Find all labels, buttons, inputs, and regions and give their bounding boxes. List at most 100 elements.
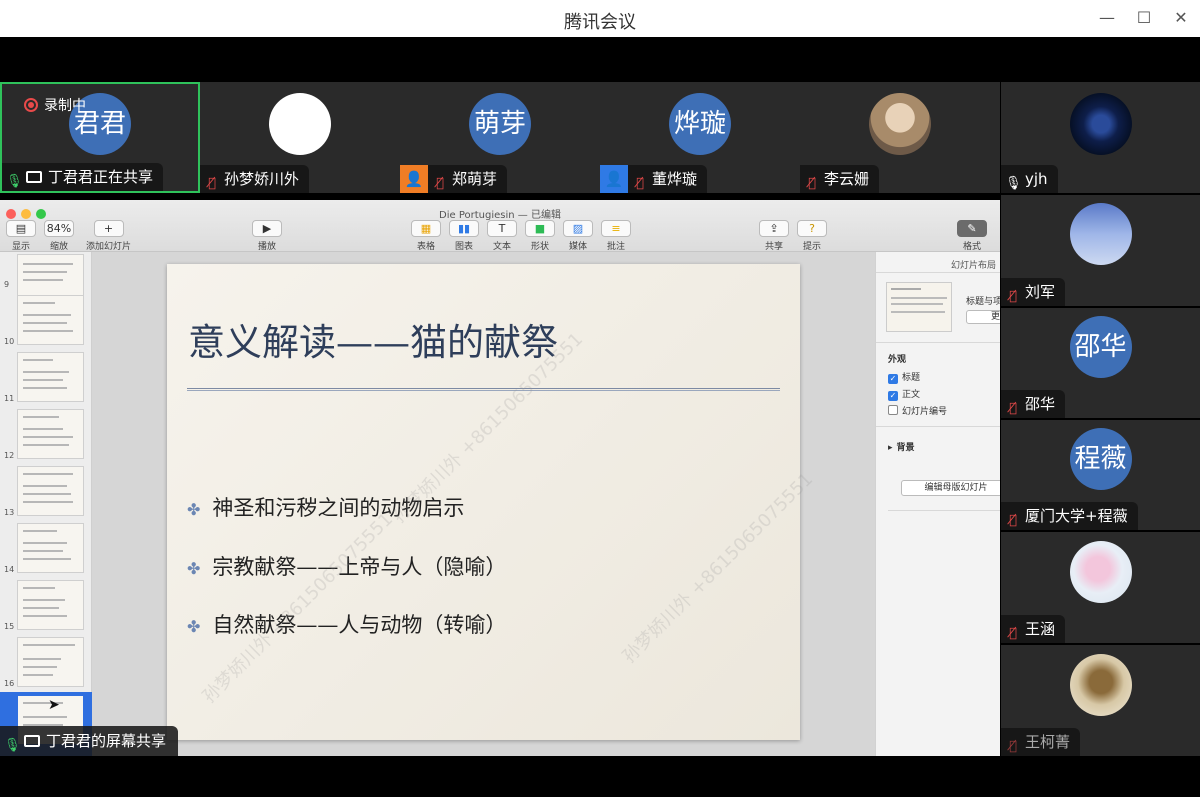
mic-muted-icon: 🎙̸ <box>1009 513 1017 528</box>
checkbox-checked-icon: ✓ <box>888 391 898 401</box>
participant-name-label: 👤 🎙̸ 郑萌芽 <box>400 165 508 193</box>
screen-share-icon <box>24 735 40 747</box>
body-checkbox[interactable]: ✓ 正文 <box>888 387 920 401</box>
add-slide-button[interactable]: + 添加幻灯片 <box>86 220 131 252</box>
participant-name: 邵华 <box>1025 395 1056 413</box>
mic-muted-icon: 🎙̸ <box>1009 626 1017 641</box>
zoom-button[interactable]: 84% 缩放 <box>44 220 74 252</box>
participant-name-label: 🎙 丁君君正在共享 <box>2 163 164 191</box>
participant-name-label: 🎙̸ 厦门大学+程薇 <box>1001 502 1138 530</box>
media-icon: ▨ <box>563 220 593 237</box>
participant-name-label: 🎙̸ 王涵 <box>1001 615 1066 643</box>
participant-name: 丁君君正在共享 <box>48 168 154 186</box>
comment-button[interactable]: ≡ 批注 <box>601 220 631 252</box>
recording-label: 录制中 <box>44 98 86 114</box>
bullet-icon: ✤ <box>187 559 201 578</box>
avatar: 萌芽 <box>469 93 531 155</box>
participant-tile-side-5[interactable]: 🎙̸ 王柯菁 <box>1001 645 1200 756</box>
slide-thumbnail[interactable] <box>17 466 84 516</box>
mic-on-icon: 🎙 <box>4 738 21 753</box>
avatar: 烨璇 <box>669 93 731 155</box>
mouse-cursor-icon: ➤ <box>48 697 60 713</box>
participant-name: yjh <box>1025 170 1048 188</box>
window-title: 腾讯会议 <box>564 12 636 33</box>
slide-number-checkbox[interactable]: 幻灯片编号 <box>888 404 947 417</box>
mic-muted-icon: 🎙̸ <box>1009 401 1017 416</box>
participant-tile-4[interactable]: 🎙̸ 李云姗 <box>800 82 1000 193</box>
checkbox-icon <box>888 405 898 415</box>
slide-thumbnail[interactable] <box>17 295 84 345</box>
table-button[interactable]: ▦ 表格 <box>411 220 441 252</box>
document-title: Die Portugiesin — 已编辑 <box>439 210 561 221</box>
slide-number: 10 <box>4 337 15 346</box>
participant-name-label: 🎙̸ 孙梦娇川外 <box>200 165 310 193</box>
top-spacer <box>0 37 1200 82</box>
participant-name-label: 🎙 yjh <box>1001 165 1058 193</box>
background-section[interactable]: ▸ 背景 <box>888 440 915 453</box>
chart-icon: ▮▮ <box>449 220 479 237</box>
play-icon: ▶ <box>252 220 282 237</box>
participant-tile-side-0[interactable]: 🎙 yjh <box>1001 82 1200 193</box>
minimize-button[interactable]: — <box>1094 6 1120 30</box>
slide-thumbnail[interactable] <box>17 352 84 402</box>
slide-thumbnail[interactable] <box>17 637 84 687</box>
edit-master-button[interactable]: 编辑母版幻灯片 <box>901 480 1000 496</box>
avatar: 程薇 <box>1069 428 1132 490</box>
avatar <box>1069 203 1132 265</box>
text-button[interactable]: T 文本 <box>487 220 517 252</box>
window-titlebar: 腾讯会议 — ☐ ✕ <box>0 0 1200 37</box>
avatar <box>1069 654 1132 716</box>
watermark: 孙梦娇川外 +8615065075551 <box>618 468 818 668</box>
play-button[interactable]: ▶ 播放 <box>252 220 282 252</box>
format-button[interactable]: ✎ 格式 <box>957 220 987 252</box>
text-icon: T <box>487 220 517 237</box>
title-checkbox[interactable]: ✓ 标题 <box>888 370 920 384</box>
shape-button[interactable]: ■ 形状 <box>525 220 555 252</box>
view-button[interactable]: ▤ 显示 <box>6 220 36 252</box>
avatar <box>269 93 331 155</box>
slide-number: 13 <box>4 508 15 517</box>
slide-bullet: ✤ 自然献祭——人与动物（转喻） <box>187 613 507 637</box>
table-icon: ▦ <box>411 220 441 237</box>
checkbox-checked-icon: ✓ <box>888 374 898 384</box>
avatar: 邵华 <box>1069 316 1132 378</box>
participant-name: 厦门大学+程薇 <box>1025 507 1128 525</box>
comment-icon: ≡ <box>601 220 631 237</box>
participant-tile-side-3[interactable]: 程薇 🎙̸ 厦门大学+程薇 <box>1001 420 1200 530</box>
participant-tile-side-1[interactable]: 🎙̸ 刘军 <box>1001 195 1200 306</box>
participant-tile-1[interactable]: 🎙̸ 孙梦娇川外 <box>200 82 400 193</box>
slide-thumbnail[interactable] <box>17 580 84 630</box>
user-icon: 👤 <box>600 165 628 193</box>
slide-thumbnail[interactable] <box>17 409 84 459</box>
participant-tile-side-4[interactable]: 🎙̸ 王涵 <box>1001 532 1200 643</box>
participant-name-label: 👤 🎙̸ 董烨璇 <box>600 165 708 193</box>
appearance-heading: 外观 <box>888 355 907 365</box>
record-icon <box>24 98 38 112</box>
screen-share-icon <box>26 171 42 183</box>
chart-button[interactable]: ▮▮ 图表 <box>449 220 479 252</box>
participant-tile-2[interactable]: 萌芽 👤 🎙̸ 郑萌芽 <box>400 82 600 193</box>
bullet-icon: ✤ <box>187 500 201 519</box>
change-layout-button[interactable]: 更 <box>966 310 1000 324</box>
maximize-button[interactable]: ☐ <box>1131 6 1157 30</box>
tips-button[interactable]: ? 提示 <box>797 220 827 252</box>
layout-preview[interactable] <box>886 282 952 332</box>
participant-tile-side-2[interactable]: 邵华 🎙̸ 邵华 <box>1001 308 1200 418</box>
close-button[interactable]: ✕ <box>1168 6 1194 30</box>
slide-title: 意义解读——猫的献祭 <box>188 321 558 364</box>
mic-muted-icon: 🎙̸ <box>208 176 216 191</box>
slide-canvas: 意义解读——猫的献祭 ✤ 神圣和污秽之间的动物启示 ✤ 宗教献祭——上帝与人（隐喻）… <box>92 252 875 756</box>
slide-thumbnail[interactable] <box>17 523 84 573</box>
tips-icon: ? <box>797 220 827 237</box>
participant-tile-0[interactable]: 录制中 君君 🎙 丁君君正在共享 <box>0 82 200 193</box>
mic-muted-icon: 🎙̸ <box>436 176 444 191</box>
recording-indicator: 录制中 <box>24 95 86 115</box>
participant-tile-3[interactable]: 烨璇 👤 🎙̸ 董烨璇 <box>600 82 800 193</box>
mic-on-icon: 🎙 <box>1005 176 1022 191</box>
slide[interactable]: 意义解读——猫的献祭 ✤ 神圣和污秽之间的动物启示 ✤ 宗教献祭——上帝与人（隐喻）… <box>167 264 817 740</box>
avatar <box>1069 93 1132 155</box>
media-button[interactable]: ▨ 媒体 <box>563 220 593 252</box>
watermark: 孙梦娇川外 +8615065075551 <box>198 508 398 708</box>
user-icon: 👤 <box>400 165 428 193</box>
share-button[interactable]: ⇪ 共享 <box>759 220 789 252</box>
